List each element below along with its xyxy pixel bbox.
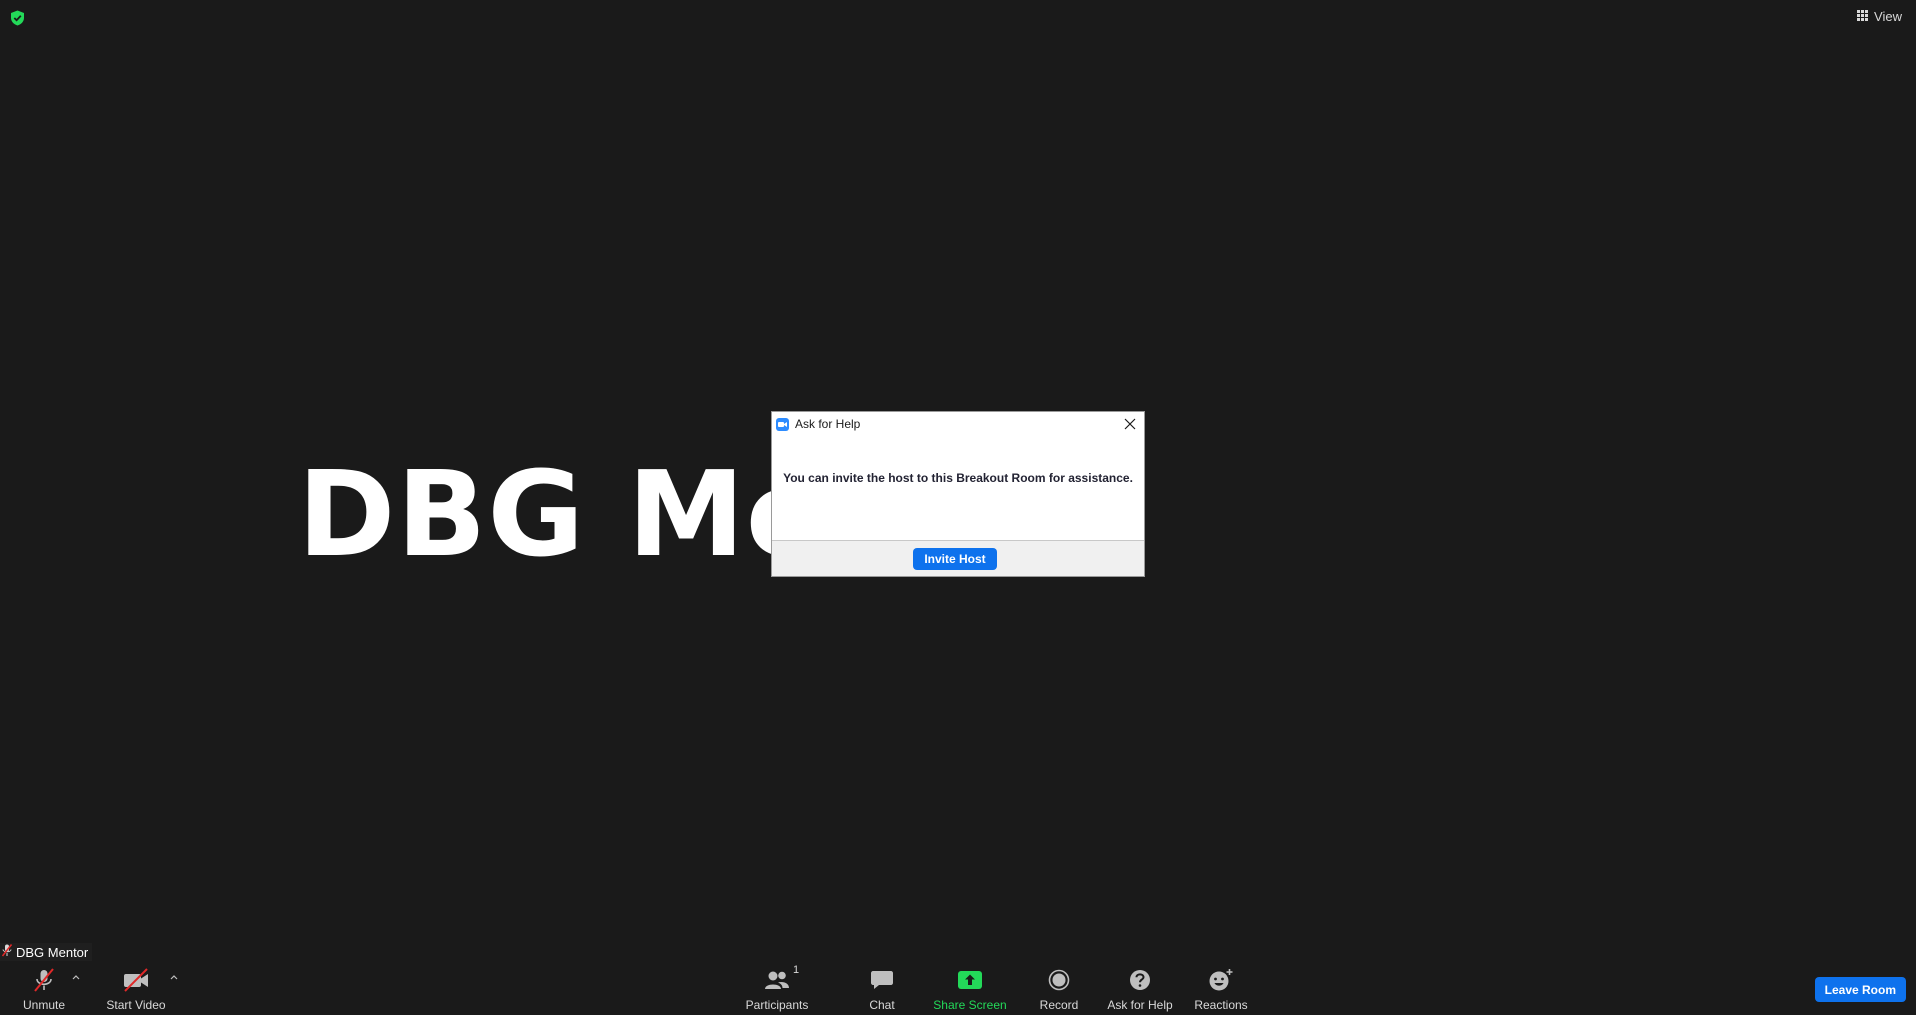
chat-label: Chat [869,998,895,1012]
record-label: Record [1039,998,1079,1012]
ask-for-help-dialog: Ask for Help You can invite the host to … [771,411,1145,577]
share-screen-icon [957,968,983,992]
ask-for-help-button[interactable]: Ask for Help [1106,962,1174,1015]
grid-icon [1857,9,1869,24]
chat-bubble-icon [870,968,894,992]
ask-for-help-label: Ask for Help [1107,998,1173,1012]
name-tag-label: DBG Mentor [16,944,89,960]
dialog-footer: Invite Host [772,540,1144,576]
close-icon[interactable] [1122,416,1138,432]
participants-label: Participants [745,998,809,1012]
security-shield-icon[interactable] [10,10,25,26]
video-off-icon [122,968,150,992]
share-screen-button[interactable]: Share Screen [933,962,1007,1015]
view-button[interactable]: View [1857,9,1902,24]
self-name-tag: DBG Mentor [0,943,93,961]
start-video-label: Start Video [106,998,166,1012]
reactions-button[interactable]: Reactions [1193,962,1249,1015]
unmute-label: Unmute [22,998,66,1012]
meeting-toolbar: Unmute Start Video 1 Participants Chat S… [0,962,1916,1015]
record-button[interactable]: Record [1036,962,1082,1015]
audio-options-chevron-up-icon[interactable] [71,972,81,982]
dialog-message: You can invite the host to this Breakout… [783,471,1133,485]
question-icon [1129,968,1151,992]
microphone-muted-icon [32,968,56,992]
record-icon [1048,968,1070,992]
participants-count: 1 [793,964,800,976]
zoom-app-icon [776,417,789,431]
dialog-body: You can invite the host to this Breakout… [772,436,1144,540]
microphone-muted-icon [1,944,13,960]
participant-name-display: DBG Mentor [297,445,1111,583]
unmute-button[interactable]: Unmute [18,962,70,1015]
invite-host-button[interactable]: Invite Host [913,547,997,570]
share-screen-label: Share Screen [933,998,1007,1012]
emoji-icon [1208,968,1234,992]
start-video-button[interactable]: Start Video [102,962,170,1015]
video-options-chevron-up-icon[interactable] [169,972,179,982]
dialog-title: Ask for Help [795,417,861,431]
people-icon: 1 [764,964,799,992]
meeting-window: View DBG Mentor Ask for Help You can inv… [0,0,1916,1015]
leave-room-button[interactable]: Leave Room [1814,977,1906,1002]
dialog-titlebar: Ask for Help [772,412,1144,436]
view-label: View [1874,9,1902,24]
reactions-label: Reactions [1194,998,1248,1012]
participants-button[interactable]: 1 Participants [741,962,813,1015]
chat-button[interactable]: Chat [862,962,902,1015]
